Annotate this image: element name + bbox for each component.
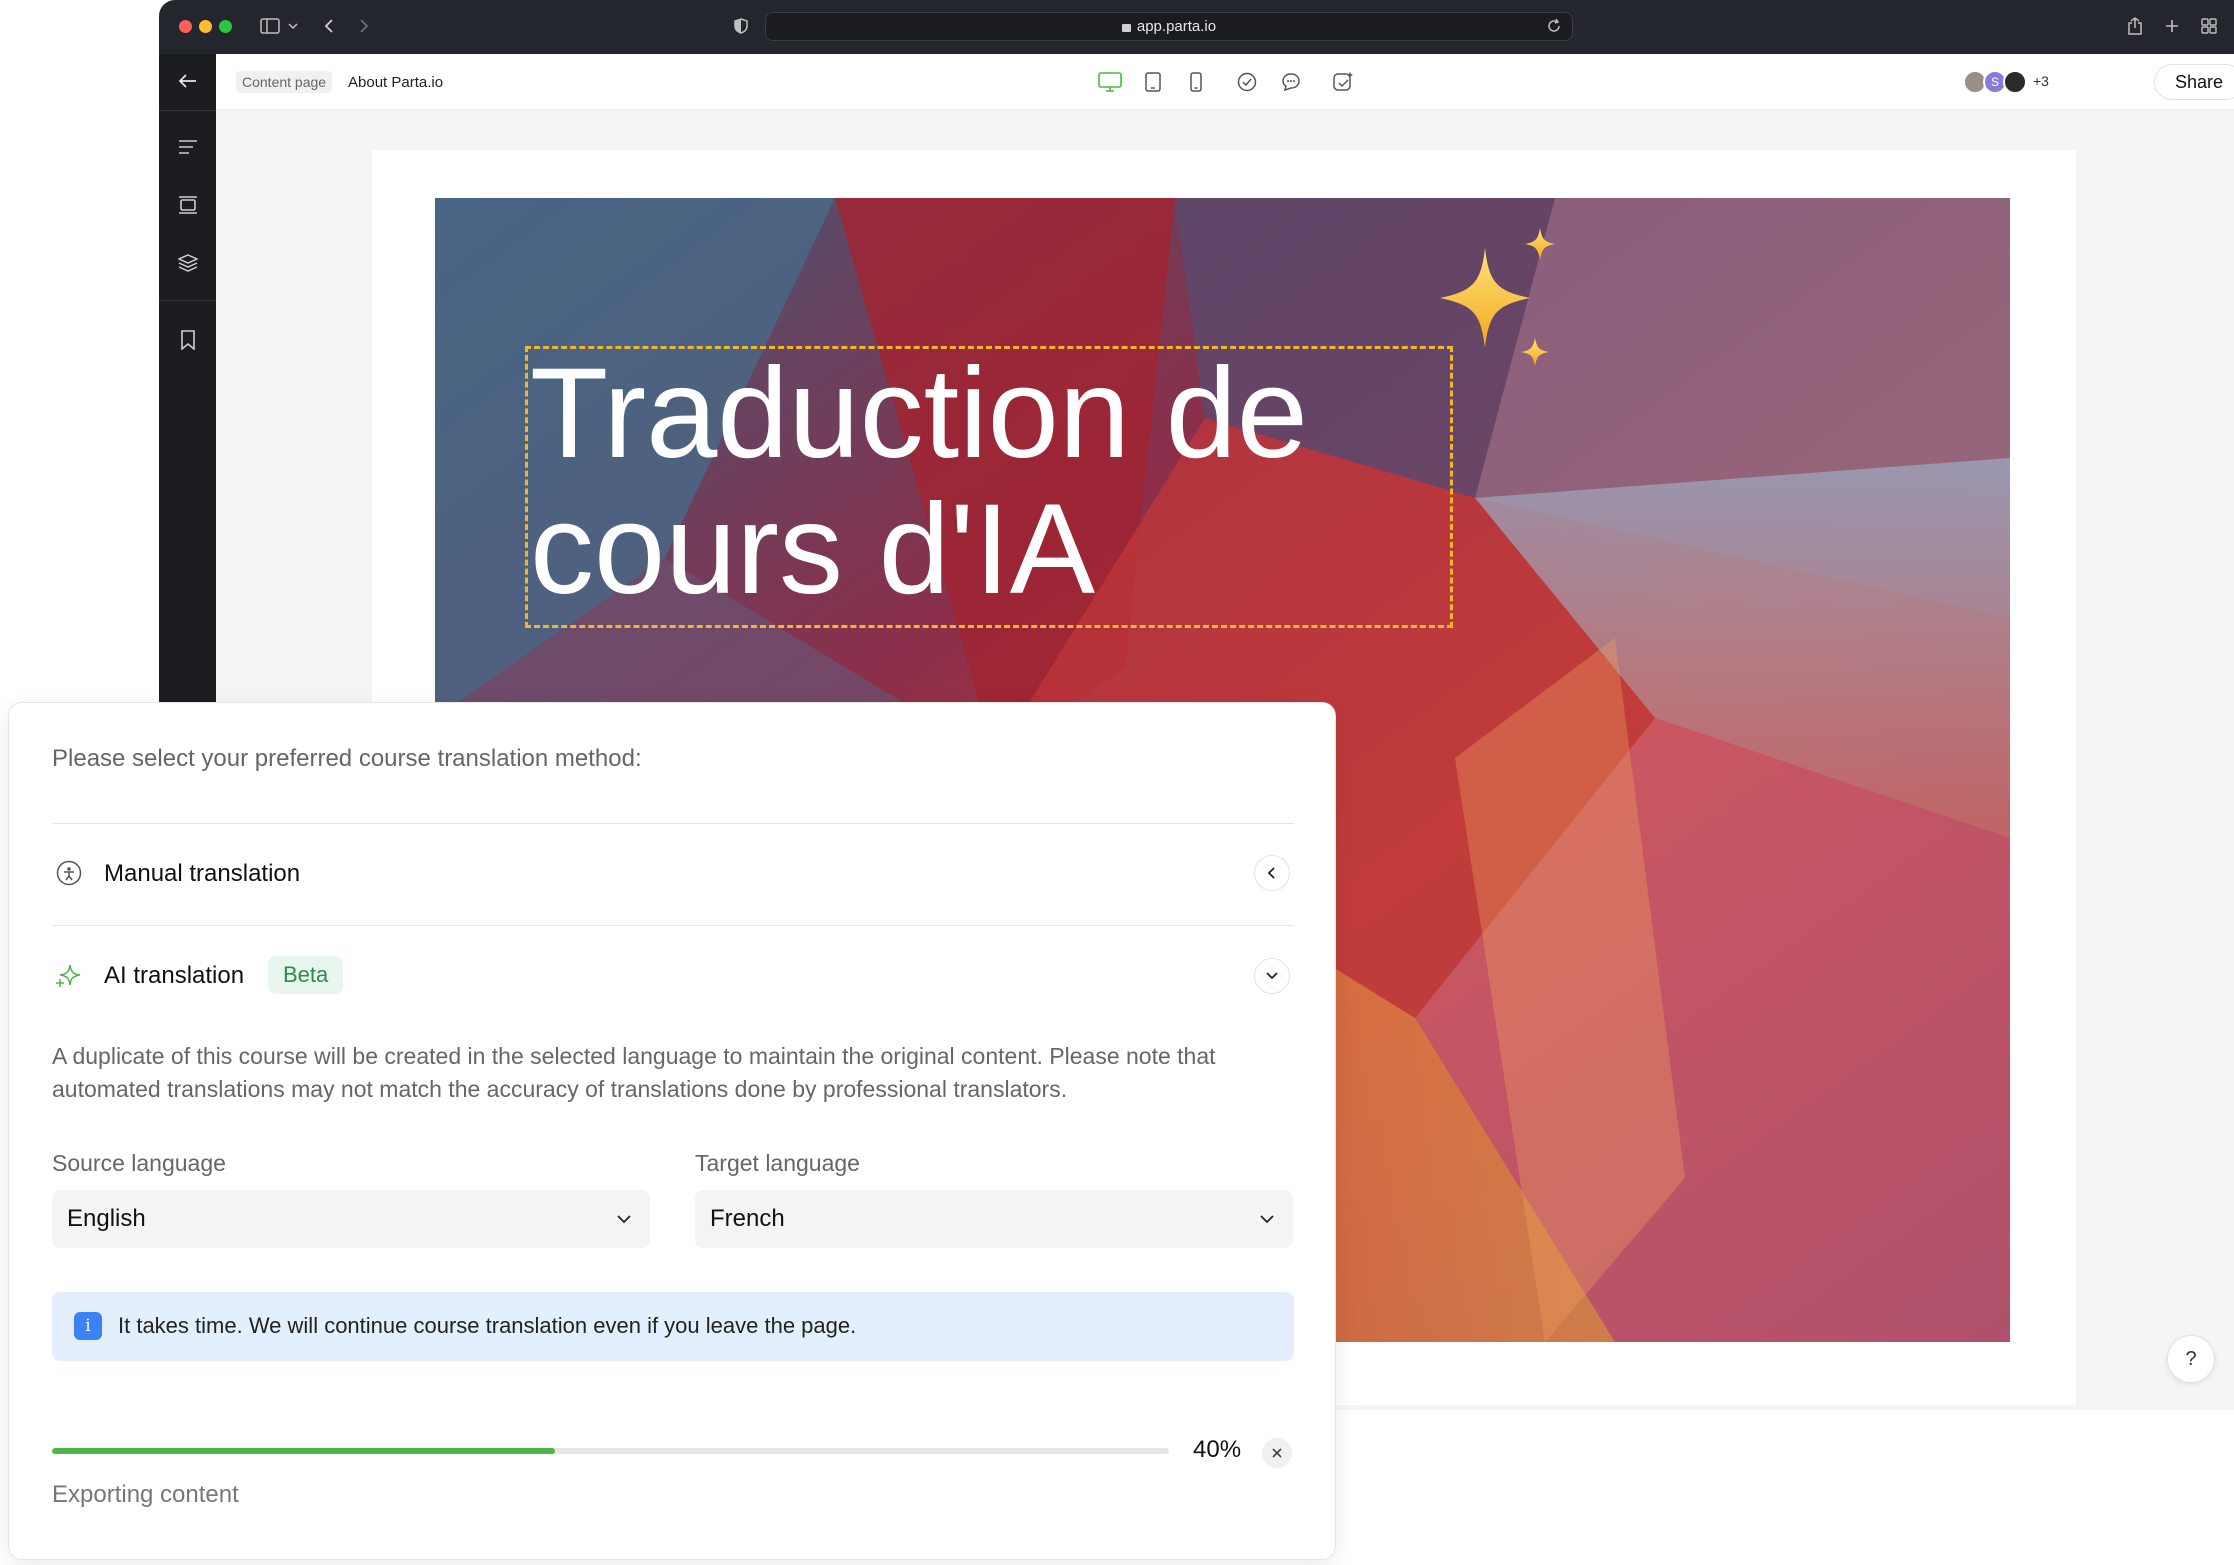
ai-translation-toggle[interactable] bbox=[1254, 958, 1290, 994]
forward-icon[interactable] bbox=[352, 14, 376, 38]
shield-icon[interactable] bbox=[729, 14, 753, 38]
share-sheet-icon[interactable] bbox=[2123, 14, 2147, 38]
progress-status: Exporting content bbox=[52, 1481, 239, 1508]
share-button[interactable]: Share bbox=[2154, 64, 2234, 100]
address-bar[interactable]: app.parta.io bbox=[765, 12, 1573, 41]
progress-percent: 40% bbox=[1193, 1436, 1242, 1463]
close-window-button[interactable] bbox=[179, 20, 192, 33]
manual-translation-label[interactable]: Manual translation bbox=[104, 860, 300, 888]
source-language-label: Source language bbox=[52, 1150, 226, 1176]
chevron-down-icon[interactable] bbox=[281, 14, 305, 38]
page-title[interactable]: About Parta.io bbox=[348, 72, 443, 94]
divider bbox=[52, 823, 1294, 824]
sparkles-icon bbox=[55, 961, 83, 989]
ai-translation-description: A duplicate of this course will be creat… bbox=[52, 1043, 1216, 1102]
close-icon bbox=[1272, 1448, 1282, 1458]
mobile-icon[interactable] bbox=[1182, 68, 1210, 96]
url-text: app.parta.io bbox=[1136, 18, 1217, 35]
ai-translation-label[interactable]: AI translation bbox=[104, 962, 244, 990]
comment-icon[interactable] bbox=[1277, 68, 1305, 96]
source-language-value: English bbox=[67, 1205, 146, 1232]
translation-dialog: Please select your preferred course tran… bbox=[8, 702, 1336, 1560]
sidebar-toggle-icon[interactable] bbox=[258, 14, 282, 38]
help-button[interactable]: ? bbox=[2167, 1335, 2215, 1383]
chevron-down-icon bbox=[1266, 972, 1278, 980]
target-language-value: French bbox=[710, 1205, 785, 1232]
ai-edit-icon[interactable] bbox=[1329, 68, 1357, 96]
back-icon[interactable] bbox=[317, 14, 341, 38]
back-arrow-icon[interactable] bbox=[175, 68, 201, 94]
new-tab-icon[interactable] bbox=[2160, 14, 2184, 38]
lock-icon bbox=[1121, 23, 1131, 32]
layers-icon[interactable] bbox=[175, 250, 201, 276]
minimize-window-button[interactable] bbox=[199, 20, 212, 33]
browser-titlebar: app.parta.io bbox=[159, 0, 2234, 54]
editor-toolbar: Content page About Parta.io S +3 Share bbox=[216, 54, 2234, 110]
rail-divider bbox=[159, 300, 216, 301]
avatar[interactable] bbox=[2003, 70, 2027, 94]
rail-divider bbox=[159, 110, 216, 111]
text-lines-icon[interactable] bbox=[175, 134, 201, 160]
hero-title[interactable]: Traduction de cours d'IA bbox=[530, 346, 1430, 618]
info-text: It takes time. We will continue course t… bbox=[118, 1313, 857, 1338]
cancel-progress-button[interactable] bbox=[1262, 1438, 1292, 1468]
tablet-icon[interactable] bbox=[1139, 68, 1167, 96]
target-language-select[interactable]: French bbox=[695, 1190, 1293, 1248]
person-circle-icon bbox=[55, 859, 83, 887]
info-icon: i bbox=[74, 1312, 102, 1340]
dialog-prompt: Please select your preferred course tran… bbox=[52, 745, 642, 772]
bookmark-icon[interactable] bbox=[175, 327, 201, 353]
target-language-label: Target language bbox=[695, 1150, 860, 1176]
progress-bar bbox=[52, 1448, 1169, 1454]
source-language-select[interactable]: English bbox=[52, 1190, 650, 1248]
beta-badge: Beta bbox=[268, 956, 344, 994]
sparkle-icon bbox=[1440, 228, 1555, 366]
chevron-left-icon bbox=[1267, 867, 1275, 879]
desktop-icon[interactable] bbox=[1096, 68, 1124, 96]
divider bbox=[52, 925, 1294, 926]
chevron-down-icon bbox=[1255, 1207, 1279, 1231]
zoom-window-button[interactable] bbox=[219, 20, 232, 33]
collaborators-count[interactable]: +3 bbox=[2033, 73, 2049, 89]
tab-overview-icon[interactable] bbox=[2197, 14, 2221, 38]
info-banner: i It takes time. We will continue course… bbox=[52, 1292, 1294, 1361]
breadcrumb-type[interactable]: Content page bbox=[236, 71, 333, 93]
reload-icon[interactable] bbox=[1546, 18, 1562, 39]
layout-icon[interactable] bbox=[175, 192, 201, 218]
manual-translation-toggle[interactable] bbox=[1254, 855, 1290, 891]
progress-fill bbox=[52, 1448, 555, 1454]
check-circle-icon[interactable] bbox=[1233, 68, 1261, 96]
chevron-down-icon bbox=[612, 1207, 636, 1231]
